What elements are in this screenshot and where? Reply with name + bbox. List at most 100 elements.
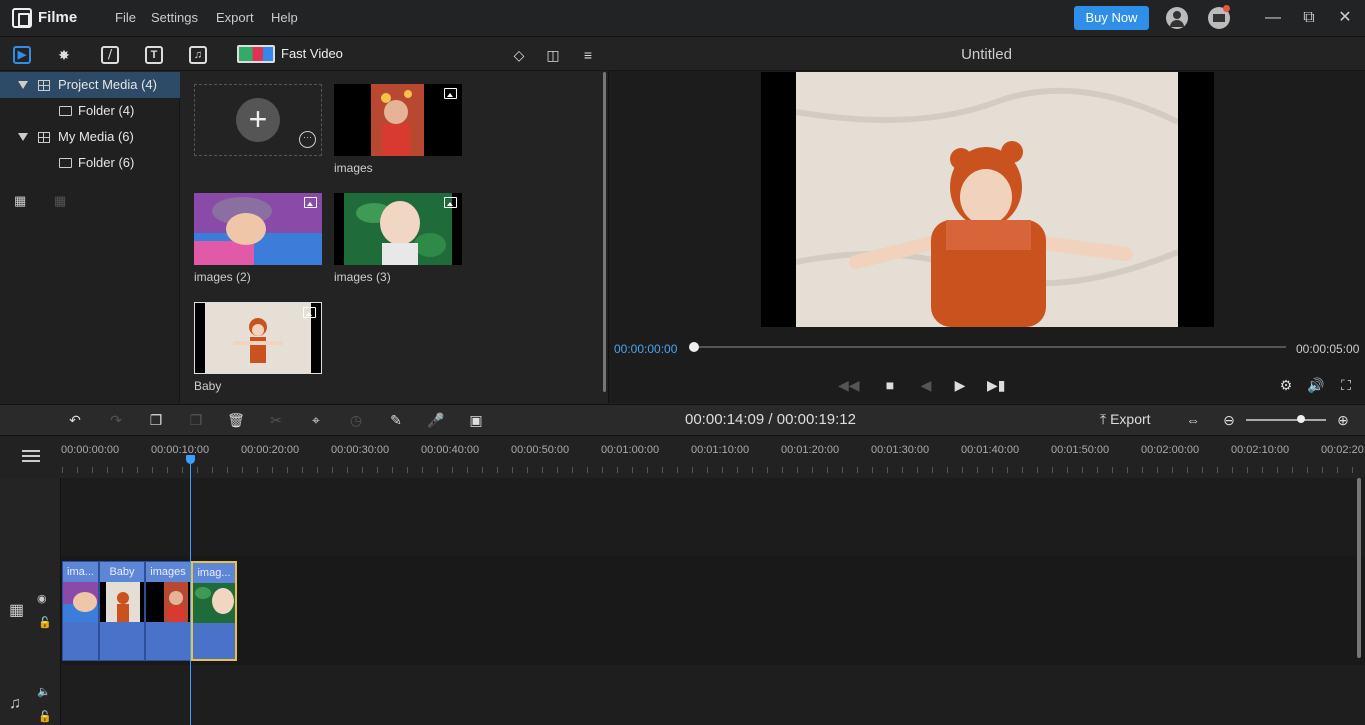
zoom-slider-handle[interactable]: [1297, 415, 1305, 423]
more-options-icon[interactable]: ···: [299, 131, 316, 148]
ruler-tick-label: 00:02:10:00: [1231, 444, 1290, 456]
clip-label: imag...: [193, 563, 235, 583]
fullscreen-icon[interactable]: ⛶: [1337, 376, 1355, 394]
tree-item-folder-2[interactable]: Folder (6): [0, 150, 180, 176]
paste-icon[interactable]: ❐: [187, 411, 205, 429]
visibility-eye-icon[interactable]: ◉: [37, 592, 47, 605]
split-view-icon[interactable]: ◫: [544, 46, 562, 64]
image-type-icon: [444, 197, 457, 208]
timeline-clip-images-3[interactable]: imag...: [191, 561, 237, 661]
step-forward-icon[interactable]: ▶▮: [987, 376, 1005, 394]
expand-arrow-icon[interactable]: [18, 133, 28, 141]
tree-item-my-media[interactable]: My Media (6): [0, 124, 180, 150]
audio-tab-icon[interactable]: ♫: [189, 46, 207, 64]
prev-frame-icon[interactable]: ◀◀: [838, 376, 860, 394]
mail-icon[interactable]: [1208, 5, 1230, 29]
media-name: images: [334, 161, 373, 175]
ruler-tick-label: 00:00:30:00: [331, 444, 390, 456]
clip-thumb: [63, 582, 98, 622]
record-camera-icon[interactable]: ▣: [467, 411, 485, 429]
tree-item-project-media[interactable]: Project Media (4): [0, 72, 180, 98]
notification-dot: [1223, 5, 1230, 12]
export-button[interactable]: ⤒ Export: [1100, 411, 1151, 428]
thumb-images2-preview: [194, 193, 322, 265]
video-track-header: ▦ ◉ 🔓: [0, 556, 61, 665]
lock-icon[interactable]: 🔓: [38, 616, 52, 629]
tree-label: Project Media (4): [58, 77, 157, 92]
sort-icon[interactable]: ≡: [579, 46, 597, 64]
fit-timeline-icon[interactable]: ⇔: [1184, 411, 1202, 429]
playhead-handle[interactable]: [186, 455, 195, 464]
media-tab-icon[interactable]: ▶: [13, 46, 31, 64]
zoom-in-icon[interactable]: ⊕: [1334, 411, 1352, 429]
expand-arrow-icon[interactable]: [18, 81, 28, 89]
import-media-button[interactable]: + ···: [194, 84, 322, 156]
title-bar: Filme File Settings Export Help Buy Now …: [0, 0, 1365, 37]
playhead-line[interactable]: [190, 456, 191, 725]
close-icon[interactable]: ✕: [1335, 8, 1355, 28]
clip-label: ima...: [63, 562, 98, 582]
timeline-clip-baby[interactable]: Baby: [99, 561, 145, 661]
crop-icon[interactable]: ⌖: [307, 411, 325, 429]
step-back-icon[interactable]: ◀: [917, 376, 935, 394]
media-thumb-images[interactable]: [334, 84, 462, 156]
delete-folder-icon[interactable]: ▦: [54, 193, 66, 209]
timeline-clip-images-2[interactable]: ima...: [62, 561, 99, 661]
menu-export[interactable]: Export: [216, 10, 254, 25]
volume-icon[interactable]: 🔊: [1307, 376, 1325, 394]
speed-icon[interactable]: ◷: [347, 411, 365, 429]
grid-icon: [38, 132, 50, 143]
transitions-tab-icon[interactable]: ⧸: [101, 46, 119, 64]
copy-icon[interactable]: ❐: [147, 411, 165, 429]
media-name: images (3): [334, 270, 391, 284]
undo-icon[interactable]: ↶: [66, 411, 84, 429]
audio-volume-icon[interactable]: 🔈: [37, 685, 51, 698]
image-type-icon: [444, 88, 457, 99]
clip-label: Baby: [100, 562, 144, 582]
play-icon[interactable]: ▶: [951, 376, 969, 394]
timeline-clip-images[interactable]: images: [145, 561, 191, 661]
timeline-scrollbar[interactable]: [1357, 478, 1361, 658]
media-thumb-baby[interactable]: [194, 302, 322, 374]
preview-scrubber-handle[interactable]: [689, 342, 699, 352]
clip-thumb: [193, 583, 235, 623]
menu-help[interactable]: Help: [271, 10, 298, 25]
stop-icon[interactable]: ■: [881, 376, 899, 394]
media-scrollbar[interactable]: [603, 72, 606, 392]
effects-tab-icon[interactable]: ✸: [55, 46, 73, 64]
image-type-icon: [304, 197, 317, 208]
fast-video-icon[interactable]: [237, 45, 275, 63]
preview-frame-baby: [796, 72, 1178, 327]
restore-icon[interactable]: ⧉: [1299, 8, 1319, 28]
zoom-out-icon[interactable]: ⊖: [1220, 411, 1238, 429]
preview-scrubber-track[interactable]: [694, 346, 1286, 348]
tree-label: Folder (4): [78, 103, 135, 118]
ruler-tick-label: 00:02:00:00: [1141, 444, 1200, 456]
menu-settings[interactable]: Settings: [151, 10, 198, 25]
new-folder-icon[interactable]: ▦: [14, 193, 26, 209]
tree-item-folder-1[interactable]: Folder (4): [0, 98, 180, 124]
microphone-icon[interactable]: 🎤: [427, 411, 445, 429]
layers-icon[interactable]: ◇: [510, 46, 528, 64]
menu-file[interactable]: File: [115, 10, 136, 25]
audio-track-header: ♫ 🔈 🔓: [0, 665, 61, 725]
media-thumb-images-3[interactable]: [334, 193, 462, 265]
account-avatar-icon[interactable]: [1166, 7, 1188, 29]
redo-icon[interactable]: ↷: [107, 411, 125, 429]
timeline-menu-icon[interactable]: [22, 450, 40, 462]
ruler-tick-label: 00:01:40:00: [961, 444, 1020, 456]
delete-icon[interactable]: 🗑: [227, 411, 245, 429]
timeline-timecode: 00:00:14:09 / 00:00:19:12: [685, 411, 856, 428]
buy-now-button[interactable]: Buy Now: [1074, 6, 1149, 30]
minimize-icon[interactable]: —: [1263, 8, 1283, 28]
fast-video-label[interactable]: Fast Video: [281, 46, 343, 61]
edit-pen-icon[interactable]: ✎: [387, 411, 405, 429]
settings-gear-icon[interactable]: ⚙: [1277, 376, 1295, 394]
text-tab-icon[interactable]: T: [145, 46, 163, 64]
zoom-slider-track[interactable]: [1246, 419, 1326, 421]
split-icon[interactable]: ✂: [267, 411, 285, 429]
clip-thumb: [100, 582, 144, 622]
lock-icon[interactable]: 🔓: [38, 710, 52, 723]
ruler-tick-label: 00:01:00:00: [601, 444, 660, 456]
media-thumb-images-2[interactable]: [194, 193, 322, 265]
